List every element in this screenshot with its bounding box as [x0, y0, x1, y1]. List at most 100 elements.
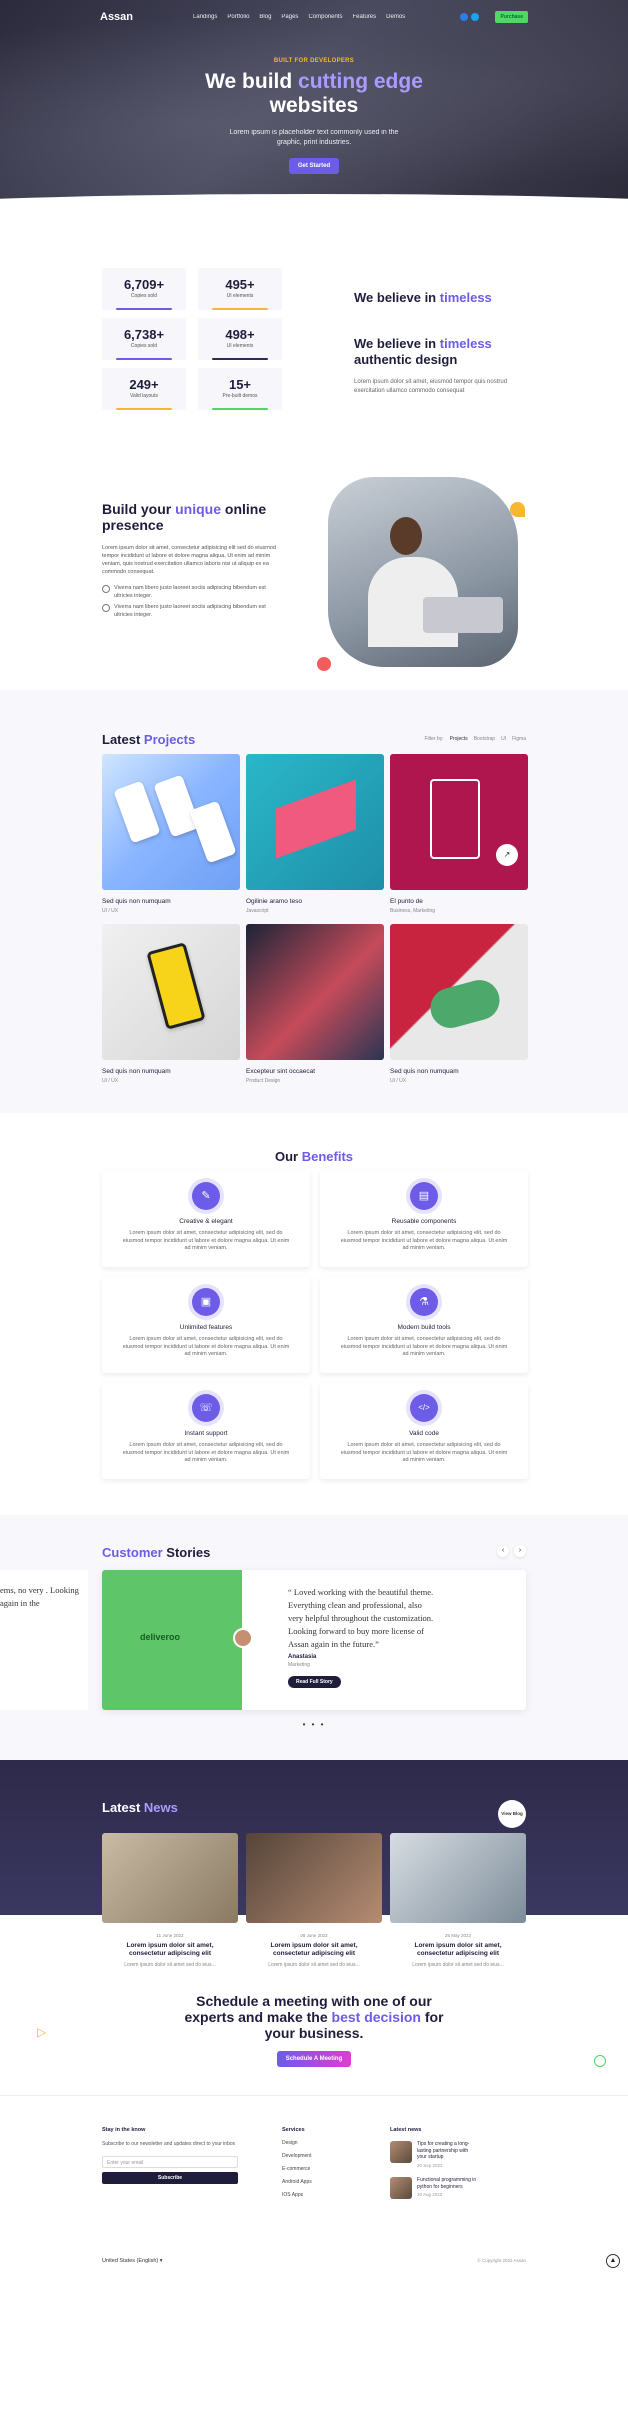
heading-part: Latest	[102, 732, 144, 747]
project-title[interactable]: Sed quis non numquam	[390, 1068, 528, 1075]
news-image[interactable]	[390, 1833, 526, 1923]
footer-link[interactable]: Android Apps	[282, 2179, 312, 2185]
project-category: Business, Marketing	[390, 908, 436, 914]
footer-news-title[interactable]: Tips for creating a long-lasting partner…	[417, 2141, 469, 2160]
menu-item-blog[interactable]: Blog	[259, 14, 271, 20]
footer-news-item[interactable]: Functional programming in python for beg…	[390, 2177, 477, 2199]
schedule-meeting-button[interactable]: Schedule A Meeting	[276, 2051, 352, 2067]
news-thumbnail[interactable]	[390, 2177, 412, 2199]
footer-link[interactable]: E-commerce	[282, 2166, 312, 2172]
chevron-left-icon[interactable]: ‹	[497, 1545, 509, 1557]
project-card[interactable]: Sed quis non numquam UI / UX	[102, 924, 240, 1094]
schedule-section: ▷ Schedule a meeting with one of our exp…	[0, 1985, 628, 2085]
laptop-figure	[423, 597, 503, 633]
footer-heading: Services	[282, 2127, 305, 2133]
news-title[interactable]: Lorem ipsum dolor sit amet, consectetur …	[108, 1942, 232, 1958]
back-to-top-icon[interactable]: ▲	[606, 2254, 620, 2268]
brand-panel: deliveroo	[102, 1570, 242, 1710]
projects-section: Latest Projects Filter by: Projects Boot…	[0, 690, 628, 1113]
footer-news-item[interactable]: Tips for creating a long-lasting partner…	[390, 2141, 477, 2169]
project-title[interactable]: Excepteur sint occaecat	[246, 1068, 384, 1075]
carousel-arrows: ‹ ›	[497, 1545, 526, 1557]
news-card[interactable]: 11 June 2022 Lorem ipsum dolor sit amet, …	[102, 1833, 238, 2003]
news-image[interactable]	[102, 1833, 238, 1923]
footer-heading: Latest news	[390, 2127, 422, 2133]
top-navbar: Assan Landings Portfolio Blog Pages Comp…	[100, 10, 528, 24]
news-card[interactable]: 25 May 2022 Lorem ipsum dolor sit amet, c…	[390, 1833, 526, 2003]
project-image[interactable]	[102, 754, 240, 890]
stat-card: 15+ Pre-built demos	[198, 368, 282, 410]
developer-photo	[328, 477, 518, 667]
heading-part: We believe in	[354, 336, 440, 351]
project-title[interactable]: Sed quis non numquam	[102, 898, 240, 905]
project-title[interactable]: Sed quis non numquam	[102, 1068, 240, 1075]
purchase-button[interactable]: Purchase	[495, 11, 528, 23]
heading-accent: unique	[175, 501, 222, 517]
project-card[interactable]: Excepteur sint occaecat Product Design	[246, 924, 384, 1094]
menu-item-pages[interactable]: Pages	[281, 14, 298, 20]
isometric-graphic	[276, 779, 356, 859]
benefit-text: Lorem ipsum dolor sit amet, consectetur …	[122, 1442, 290, 1463]
footer-news-title[interactable]: Functional programming in python for beg…	[417, 2177, 476, 2190]
menu-item-landings[interactable]: Landings	[193, 14, 217, 20]
carousel-dots[interactable]: • • •	[0, 1720, 628, 1729]
stat-label: UI elements	[226, 343, 254, 349]
view-blog-button[interactable]: View Blog	[498, 1800, 526, 1828]
deliveroo-logo: deliveroo	[140, 1632, 181, 1642]
project-title[interactable]: Ogilinie aramo teso	[246, 898, 384, 905]
project-image[interactable]	[390, 924, 528, 1060]
filter-ui[interactable]: UI	[501, 736, 506, 742]
project-card[interactable]: ↗ El punto de Business, Marketing	[390, 754, 528, 924]
benefits-section: Our Benefits ✎ Creative & elegant Lorem ip…	[0, 1113, 628, 1515]
project-image[interactable]	[102, 924, 240, 1060]
news-card[interactable]: 08 June 2022 Lorem ipsum dolor sit amet, …	[246, 1833, 382, 2003]
language-selector[interactable]: United States (English) ▾	[102, 2258, 163, 2264]
believe-heading: We believe in timeless	[354, 290, 534, 306]
menu-item-portfolio[interactable]: Portfolio	[227, 14, 249, 20]
stat-label: UI elements	[226, 293, 254, 299]
twitter-icon[interactable]	[471, 13, 480, 21]
benefit-card: ⚗ Modern build tools Lorem ipsum dolor sit…	[320, 1277, 528, 1373]
filter-bootstrap[interactable]: Bootstrap	[474, 736, 495, 742]
chevron-right-icon[interactable]: ›	[514, 1545, 526, 1557]
hero-section: Assan Landings Portfolio Blog Pages Comp…	[0, 0, 628, 210]
linkedin-icon[interactable]	[460, 13, 469, 21]
benefit-title: Reusable components	[391, 1218, 457, 1225]
filter-projects[interactable]: Projects	[450, 736, 468, 742]
services-column: Services Design Development E-commerce A…	[282, 2127, 312, 2198]
project-image[interactable]: ↗	[390, 754, 528, 890]
filter-figma[interactable]: Figma	[512, 736, 526, 742]
project-image[interactable]	[246, 754, 384, 890]
logo[interactable]: Assan	[100, 11, 133, 23]
news-title[interactable]: Lorem ipsum dolor sit amet, consectetur …	[252, 1942, 376, 1958]
project-card[interactable]: Sed quis non numquam UI / UX	[390, 924, 528, 1094]
menu-item-features[interactable]: Features	[352, 14, 376, 20]
social-links	[460, 13, 480, 21]
stats-section: 6,709+ Copies sold 495+ UI elements 6,738+…	[0, 210, 628, 460]
project-card[interactable]: Sed quis non numquam UI / UX	[102, 754, 240, 924]
footer-link[interactable]: Development	[282, 2153, 312, 2159]
project-title[interactable]: El punto de	[390, 898, 528, 905]
external-link-icon[interactable]: ↗	[496, 844, 518, 866]
stat-value: 249+	[129, 377, 159, 392]
news-thumbnail[interactable]	[390, 2141, 412, 2163]
menu-item-demos[interactable]: Demos	[386, 14, 405, 20]
footer-link[interactable]: Design	[282, 2140, 312, 2146]
benefit-text: Lorem ipsum dolor sit amet, consectetur …	[122, 1336, 290, 1357]
heading-part: We believe in	[354, 290, 440, 305]
menu-item-components[interactable]: Components	[308, 14, 342, 20]
project-image[interactable]	[246, 924, 384, 1060]
stat-label: Pre-built demos	[222, 393, 258, 399]
benefits-grid: ✎ Creative & elegant Lorem ipsum dolor sit…	[102, 1171, 528, 1479]
footer-link[interactable]: IOS Apps	[282, 2192, 312, 2198]
email-input[interactable]: Enter your email	[102, 2156, 238, 2168]
news-title[interactable]: Lorem ipsum dolor sit amet, consectetur …	[396, 1942, 520, 1958]
palette-icon: ✎	[192, 1182, 220, 1210]
get-started-button[interactable]: Get Started	[288, 158, 340, 174]
stat-label: Copies sold	[130, 293, 158, 299]
subscribe-button[interactable]: Subscribe	[102, 2172, 238, 2184]
read-full-story-button[interactable]: Read Full Story	[288, 1676, 341, 1688]
footer-heading: Stay in the know	[102, 2127, 146, 2133]
news-image[interactable]	[246, 1833, 382, 1923]
project-card[interactable]: Ogilinie aramo teso Javascript	[246, 754, 384, 924]
